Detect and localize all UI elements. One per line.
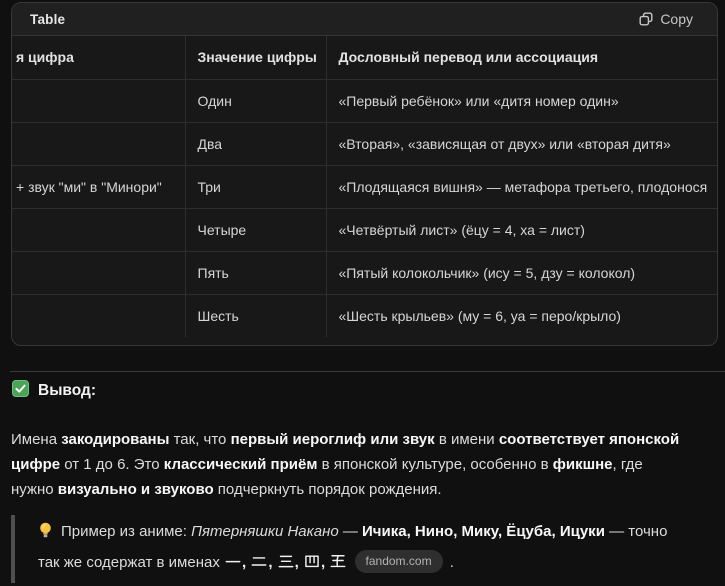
paragraph-line: цифре от 1 до 6. Это классический приём …	[11, 452, 723, 477]
example-blockquote: Пример из аниме: Пятерняшки Накано — Ичи…	[11, 515, 715, 583]
table-row: Два «Вторая», «зависящая от двух» или «в…	[12, 122, 717, 165]
table-card-title: Table	[30, 12, 65, 27]
quote-line-text: так же содержат в именах , , , , fandom.…	[38, 554, 454, 571]
table-cell: «Четвёртый лист» (ёцу = 4, ха = лист)	[326, 208, 717, 251]
table-cell: «Первый ребёнок» или «дитя номер один»	[326, 79, 717, 122]
conclusion-paragraph: Имена закодированы так, что первый иерог…	[11, 427, 723, 502]
table-card-header: Table Copy	[12, 3, 717, 36]
table-card: Table Copy я цифра Значение цифры Дослов…	[11, 2, 718, 346]
paragraph-line: Имена закодированы так, что первый иерог…	[11, 427, 723, 452]
table-cell	[12, 122, 185, 165]
column-header: Значение цифры	[185, 36, 326, 79]
kanji-glyph	[251, 550, 267, 579]
table-cell: + звук "ми" в "Минори"	[12, 165, 185, 208]
table-header-row: я цифра Значение цифры Дословный перевод…	[12, 36, 717, 79]
light-bulb-icon	[38, 519, 53, 548]
kanji-glyph	[278, 550, 294, 579]
table-row: + звук "ми" в "Минори" Три «Плодящаяся в…	[12, 165, 717, 208]
quote-line: Пример из аниме: Пятерняшки Накано — Ичи…	[38, 517, 715, 548]
table-cell: «Пятый колокольчик» (ису = 5, дзу = коло…	[326, 251, 717, 294]
table-cell: Три	[185, 165, 326, 208]
copy-icon	[639, 12, 653, 26]
table-cell: Шесть	[185, 294, 326, 337]
fandom-source-badge[interactable]: fandom.com	[355, 550, 443, 573]
table-cell: Два	[185, 122, 326, 165]
kanji-glyph	[330, 550, 346, 579]
conclusion-heading-label: Вывод:	[38, 382, 96, 400]
column-header: я цифра	[12, 36, 185, 79]
table-cell	[12, 251, 185, 294]
quote-line: так же содержат в именах , , , , fandom.…	[38, 548, 715, 579]
table-cell	[12, 294, 185, 337]
white-check-mark-icon	[12, 380, 29, 402]
table-row: Один «Первый ребёнок» или «дитя номер од…	[12, 79, 717, 122]
copy-button-label: Copy	[660, 11, 693, 27]
conclusion-heading: Вывод:	[12, 380, 96, 402]
table-cell: Пять	[185, 251, 326, 294]
column-header: Дословный перевод или ассоциация	[326, 36, 717, 79]
kanji-glyph	[304, 550, 320, 579]
kanji-glyph	[225, 550, 241, 579]
table-cell	[12, 79, 185, 122]
data-table: я цифра Значение цифры Дословный перевод…	[12, 36, 717, 337]
section-divider	[10, 371, 725, 372]
table-cell: «Шесть крыльев» (му = 6, уа = перо/крыло…	[326, 294, 717, 337]
table-cell	[12, 208, 185, 251]
quote-line-text: Пример из аниме: Пятерняшки Накано — Ичи…	[61, 523, 667, 540]
table-cell: «Вторая», «зависящая от двух» или «втора…	[326, 122, 717, 165]
table-scroll-area[interactable]: я цифра Значение цифры Дословный перевод…	[12, 36, 717, 345]
table-row: Четыре «Четвёртый лист» (ёцу = 4, ха = л…	[12, 208, 717, 251]
table-cell: «Плодящаяся вишня» — метафора третьего, …	[326, 165, 717, 208]
paragraph-line: нужно визуально и звуково подчеркнуть по…	[11, 477, 723, 502]
table-cell: Четыре	[185, 208, 326, 251]
table-cell: Один	[185, 79, 326, 122]
table-row: Пять «Пятый колокольчик» (ису = 5, дзу =…	[12, 251, 717, 294]
copy-button[interactable]: Copy	[639, 11, 693, 27]
table-row: Шесть «Шесть крыльев» (му = 6, уа = перо…	[12, 294, 717, 337]
